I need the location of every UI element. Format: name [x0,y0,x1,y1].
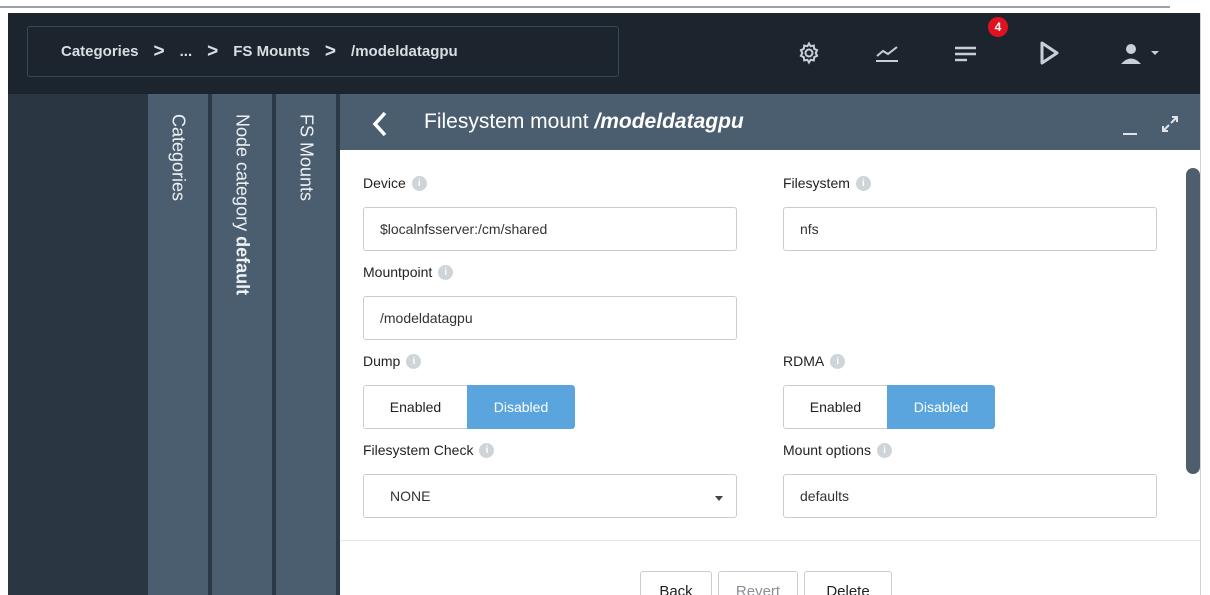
notification-badge[interactable]: 4 [988,17,1008,37]
tab-node-category-label: Node category default [232,114,253,295]
revert-button[interactable]: Revert [718,571,798,595]
chart-icon[interactable] [870,37,904,69]
list-icon[interactable] [948,37,982,69]
back-chevron-icon[interactable] [370,110,390,143]
filesystem-label: Filesystem i [783,175,871,191]
settings-icon[interactable] [793,37,825,69]
dump-label: Dump i [363,353,422,369]
divider [0,6,1170,8]
panel-body: Device i $localnfsserver:/cm/shared Files… [340,150,1180,540]
window-right-edge [1200,13,1210,595]
breadcrumb: Categories > ... > FS Mounts > /modeldat… [27,26,619,77]
scrollbar[interactable] [1182,150,1200,540]
mount-options-input[interactable]: defaults [783,474,1157,518]
tab-node-category[interactable]: Node category default [212,94,272,595]
panel-titlebar: Filesystem mount /modeldatagpu [340,94,1200,150]
tab-node-category-name: default [232,236,253,296]
fscheck-label-text: Filesystem Check [363,442,474,458]
info-icon[interactable]: i [406,353,422,369]
mountpoint-label-text: Mountpoint [363,264,433,280]
app-window: Categories > ... > FS Mounts > /modeldat… [8,13,1200,595]
dump-disabled-option[interactable]: Disabled [467,385,575,429]
mountpoint-label: Mountpoint i [363,264,454,280]
info-icon[interactable]: i [479,442,495,458]
tab-fs-mounts[interactable]: FS Mounts [276,94,336,595]
device-label-text: Device [363,175,406,191]
delete-button[interactable]: Delete [804,571,892,595]
panel-title-prefix: Filesystem mount [424,110,595,133]
info-icon[interactable]: i [438,264,454,280]
dump-label-text: Dump [363,353,401,369]
tab-categories[interactable]: Categories [148,94,208,595]
left-sidebar [8,94,148,595]
breadcrumb-item-fs-mounts[interactable]: FS Mounts [233,43,310,60]
filesystem-label-text: Filesystem [783,175,850,191]
panel-footer: Back Revert Delete [340,540,1200,595]
mount-options-label-text: Mount options [783,442,871,458]
breadcrumb-item-current: /modeldatagpu [351,43,458,60]
user-icon[interactable] [1116,37,1146,69]
minimize-icon[interactable] [1120,118,1140,143]
panel-title: Filesystem mount /modeldatagpu [424,110,744,134]
fscheck-select-value: NONE [390,488,431,504]
panel-title-name: /modeldatagpu [594,110,744,133]
info-icon[interactable]: i [855,175,871,191]
dump-toggle: Enabled Disabled [363,385,575,429]
maximize-icon[interactable] [1160,114,1180,139]
fscheck-label: Filesystem Check i [363,442,495,458]
mount-options-label: Mount options i [783,442,892,458]
breadcrumb-separator: > [324,40,337,62]
info-icon[interactable]: i [876,442,892,458]
info-icon[interactable]: i [411,175,427,191]
back-button[interactable]: Back [640,571,712,595]
dump-enabled-option[interactable]: Enabled [363,385,467,429]
fscheck-select[interactable]: NONE [363,474,737,518]
chevron-down-icon[interactable] [1147,37,1163,69]
info-icon[interactable]: i [830,353,846,369]
device-label: Device i [363,175,427,191]
top-header: Categories > ... > FS Mounts > /modeldat… [8,13,1200,94]
breadcrumb-separator: > [153,40,165,62]
breadcrumb-item-categories[interactable]: Categories [61,43,139,60]
outer-border [0,13,8,595]
rdma-toggle: Enabled Disabled [783,385,995,429]
dropdown-caret-icon [714,490,724,506]
breadcrumb-item-ellipsis[interactable]: ... [180,43,193,60]
tab-categories-label: Categories [168,114,189,202]
tab-node-category-prefix: Node category [232,114,253,237]
play-icon[interactable] [1032,37,1066,69]
tab-fs-mounts-label: FS Mounts [296,114,317,202]
rdma-enabled-option[interactable]: Enabled [783,385,887,429]
device-input[interactable]: $localnfsserver:/cm/shared [363,207,737,251]
rdma-label: RDMA i [783,353,846,369]
mountpoint-input[interactable]: /modeldatagpu [363,296,737,340]
filesystem-mount-panel: Filesystem mount /modeldatagpu Device i $… [340,94,1200,595]
window-top-strip [0,0,1210,13]
scrollbar-thumb[interactable] [1186,168,1200,474]
rdma-disabled-option[interactable]: Disabled [887,385,995,429]
filesystem-input[interactable]: nfs [783,207,1157,251]
breadcrumb-separator: > [207,40,219,62]
rdma-label-text: RDMA [783,353,825,369]
